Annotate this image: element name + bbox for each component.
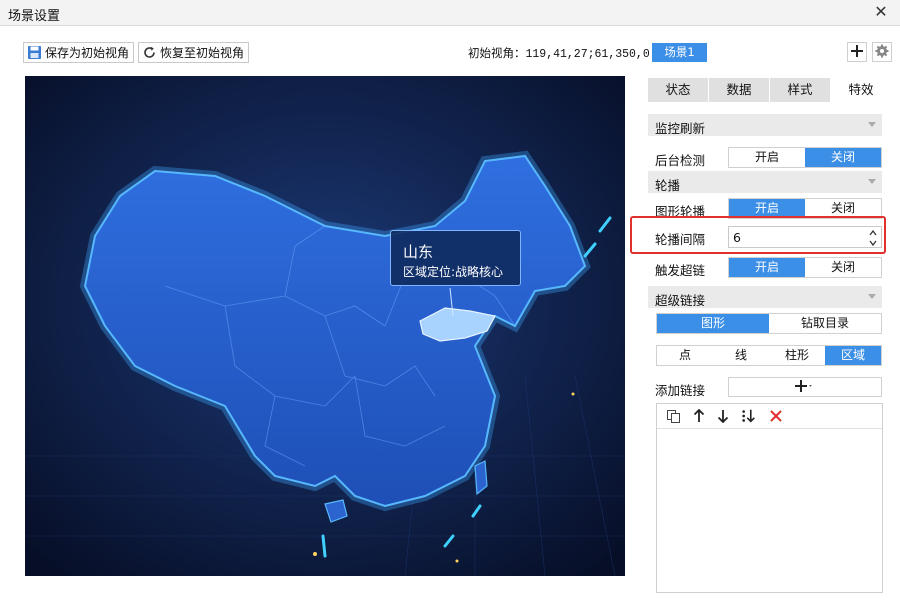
- save-initial-view-label: 保存为初始视角: [45, 46, 130, 60]
- add-scene-button[interactable]: [847, 42, 867, 62]
- link-list-toolbar: [657, 404, 882, 429]
- trigger-hyperlink-toggle: 开启 关闭: [728, 257, 882, 278]
- delete-icon[interactable]: [768, 408, 784, 424]
- chevron-down-icon: [868, 122, 876, 127]
- save-icon: [26, 45, 42, 61]
- arrow-up-icon[interactable]: [691, 408, 707, 424]
- type-tab-region[interactable]: 区域: [825, 346, 881, 365]
- interval-highlight-box: [630, 216, 886, 254]
- section-carousel[interactable]: 轮播: [648, 171, 882, 193]
- bg-check-on[interactable]: 开启: [729, 148, 805, 167]
- bg-check-toggle: 开启 关闭: [728, 147, 882, 168]
- plus-icon: [850, 44, 864, 61]
- window-title: 场景设置: [8, 9, 61, 24]
- move-to-bottom-icon[interactable]: [741, 408, 757, 424]
- scene-badge[interactable]: 场景1: [652, 43, 707, 62]
- restore-initial-view-label: 恢复至初始视角: [160, 46, 245, 60]
- trigger-hyperlink-off[interactable]: 关闭: [805, 258, 881, 277]
- bg-check-label: 后台检测: [655, 153, 706, 168]
- save-initial-view-button[interactable]: 保存为初始视角: [23, 42, 135, 63]
- section-hyperlink[interactable]: 超级链接: [648, 286, 882, 308]
- property-tabs: 状态 数据 样式 特效: [648, 78, 892, 102]
- add-link-label: 添加链接: [655, 383, 706, 398]
- map-preview[interactable]: [25, 76, 625, 576]
- add-link-button[interactable]: [728, 377, 882, 397]
- copy-icon[interactable]: [665, 408, 681, 424]
- tooltip-region-desc: 区域定位:战略核心: [403, 265, 504, 279]
- plus-icon: [795, 379, 815, 396]
- section-hyperlink-label: 超级链接: [655, 293, 706, 308]
- type-tab-column[interactable]: 柱形: [769, 346, 825, 365]
- section-carousel-label: 轮播: [655, 178, 681, 193]
- mode-tab-shape[interactable]: 图形: [657, 314, 769, 333]
- tab-data[interactable]: 数据: [709, 78, 770, 102]
- type-tab-line[interactable]: 线: [713, 346, 769, 365]
- section-monitor-refresh-label: 监控刷新: [655, 121, 706, 136]
- title-bar: 场景设置 ✕: [0, 0, 900, 26]
- tab-status[interactable]: 状态: [648, 78, 709, 102]
- chevron-down-icon: [868, 179, 876, 184]
- trigger-hyperlink-label: 触发超链: [655, 263, 706, 278]
- settings-button[interactable]: [872, 42, 892, 62]
- initial-view-value: 119,41,27;61,350,0: [525, 48, 650, 61]
- tab-style[interactable]: 样式: [770, 78, 831, 102]
- mode-tab-drill[interactable]: 钻取目录: [769, 314, 881, 333]
- tooltip-region-name: 山东: [403, 243, 434, 261]
- arrow-down-icon[interactable]: [715, 408, 731, 424]
- type-tab-point[interactable]: 点: [657, 346, 713, 365]
- initial-view-readout: 初始视角：119,41,27;61,350,0: [468, 45, 650, 61]
- chevron-down-icon: [868, 294, 876, 299]
- bg-check-off[interactable]: 关闭: [805, 148, 881, 167]
- region-tooltip: 山东 区域定位:战略核心: [390, 230, 521, 286]
- hyperlink-mode-tabs: 图形 钻取目录: [656, 313, 882, 334]
- close-icon[interactable]: ✕: [872, 3, 890, 21]
- gear-icon: [875, 44, 889, 61]
- section-monitor-refresh[interactable]: 监控刷新: [648, 114, 882, 136]
- china-map-graphic: [25, 76, 625, 576]
- link-list[interactable]: [656, 403, 883, 593]
- hyperlink-type-tabs: 点 线 柱形 区域: [656, 345, 882, 366]
- restore-initial-view-button[interactable]: 恢复至初始视角: [138, 42, 250, 63]
- tab-effects[interactable]: 特效: [831, 78, 892, 102]
- trigger-hyperlink-on[interactable]: 开启: [729, 258, 805, 277]
- initial-view-label: 初始视角：: [468, 46, 526, 60]
- refresh-icon: [141, 45, 157, 61]
